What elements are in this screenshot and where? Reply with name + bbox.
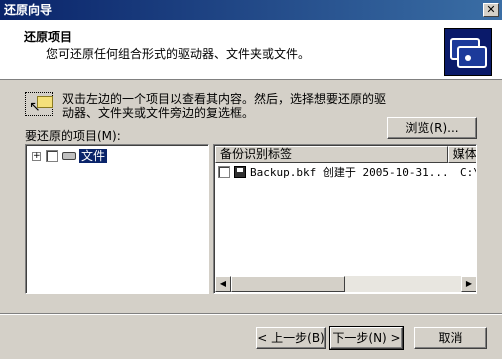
expand-icon[interactable]: + bbox=[32, 151, 41, 161]
tree-item-checkbox[interactable] bbox=[46, 150, 58, 162]
next-button[interactable]: 下一步(N) > bbox=[329, 326, 404, 350]
backup-list[interactable]: 备份识别标签 媒体 Backup.bkf 创建于 2005-10-31... C… bbox=[213, 144, 477, 294]
wizard-header: 还原项目 您可还原任何组合形式的驱动器、文件夹或文件。 bbox=[0, 20, 502, 80]
scrollbar-thumb[interactable] bbox=[231, 276, 345, 292]
footer-divider bbox=[0, 313, 502, 315]
browse-button[interactable]: 浏览(R)... bbox=[387, 117, 477, 139]
scroll-right-icon[interactable]: ▶ bbox=[461, 276, 476, 292]
title-bar: 还原向导 ✕ bbox=[0, 0, 502, 20]
drive-icon bbox=[62, 152, 76, 160]
horizontal-scrollbar[interactable]: ◀ ▶ bbox=[215, 276, 476, 292]
list-item-checkbox[interactable] bbox=[218, 166, 230, 178]
list-header: 备份识别标签 媒体 bbox=[215, 146, 476, 163]
close-button[interactable]: ✕ bbox=[483, 3, 499, 17]
items-to-restore-label: 要还原的项目(M): bbox=[25, 129, 121, 143]
window-title: 还原向导 bbox=[4, 3, 53, 17]
tree-item-label[interactable]: 文件 bbox=[77, 148, 109, 164]
page-title: 还原项目 bbox=[24, 30, 73, 44]
cancel-button[interactable]: 取消 bbox=[414, 327, 487, 349]
instructions-line-1: 双击左边的一个项目以查看其内容。然后，选择想要还原的驱 bbox=[62, 92, 387, 106]
list-item-media: C:\ bbox=[460, 165, 476, 179]
column-media[interactable]: 媒体 bbox=[447, 146, 476, 163]
column-backup-label[interactable]: 备份识别标签 bbox=[215, 146, 448, 163]
page-subtitle: 您可还原任何组合形式的驱动器、文件夹或文件。 bbox=[46, 47, 311, 61]
list-item-label: Backup.bkf 创建于 2005-10-31... bbox=[250, 166, 449, 179]
list-item[interactable]: Backup.bkf 创建于 2005-10-31... C:\ bbox=[218, 165, 476, 179]
cursor-folder-icon: ↖ bbox=[25, 92, 57, 118]
restore-tree[interactable]: + 文件 bbox=[25, 144, 209, 294]
scroll-left-icon[interactable]: ◀ bbox=[215, 276, 231, 292]
instructions-text: 双击左边的一个项目以查看其内容。然后，选择想要还原的驱 动器、文件夹或文件旁边的… bbox=[62, 92, 402, 120]
backup-cards-icon bbox=[444, 28, 492, 76]
instructions-line-2: 动器、文件夹或文件旁边的复选框。 bbox=[62, 106, 255, 120]
back-button[interactable]: < 上一步(B) bbox=[256, 327, 326, 349]
backup-file-icon bbox=[234, 166, 246, 178]
tree-item-file[interactable]: + 文件 bbox=[32, 148, 109, 164]
